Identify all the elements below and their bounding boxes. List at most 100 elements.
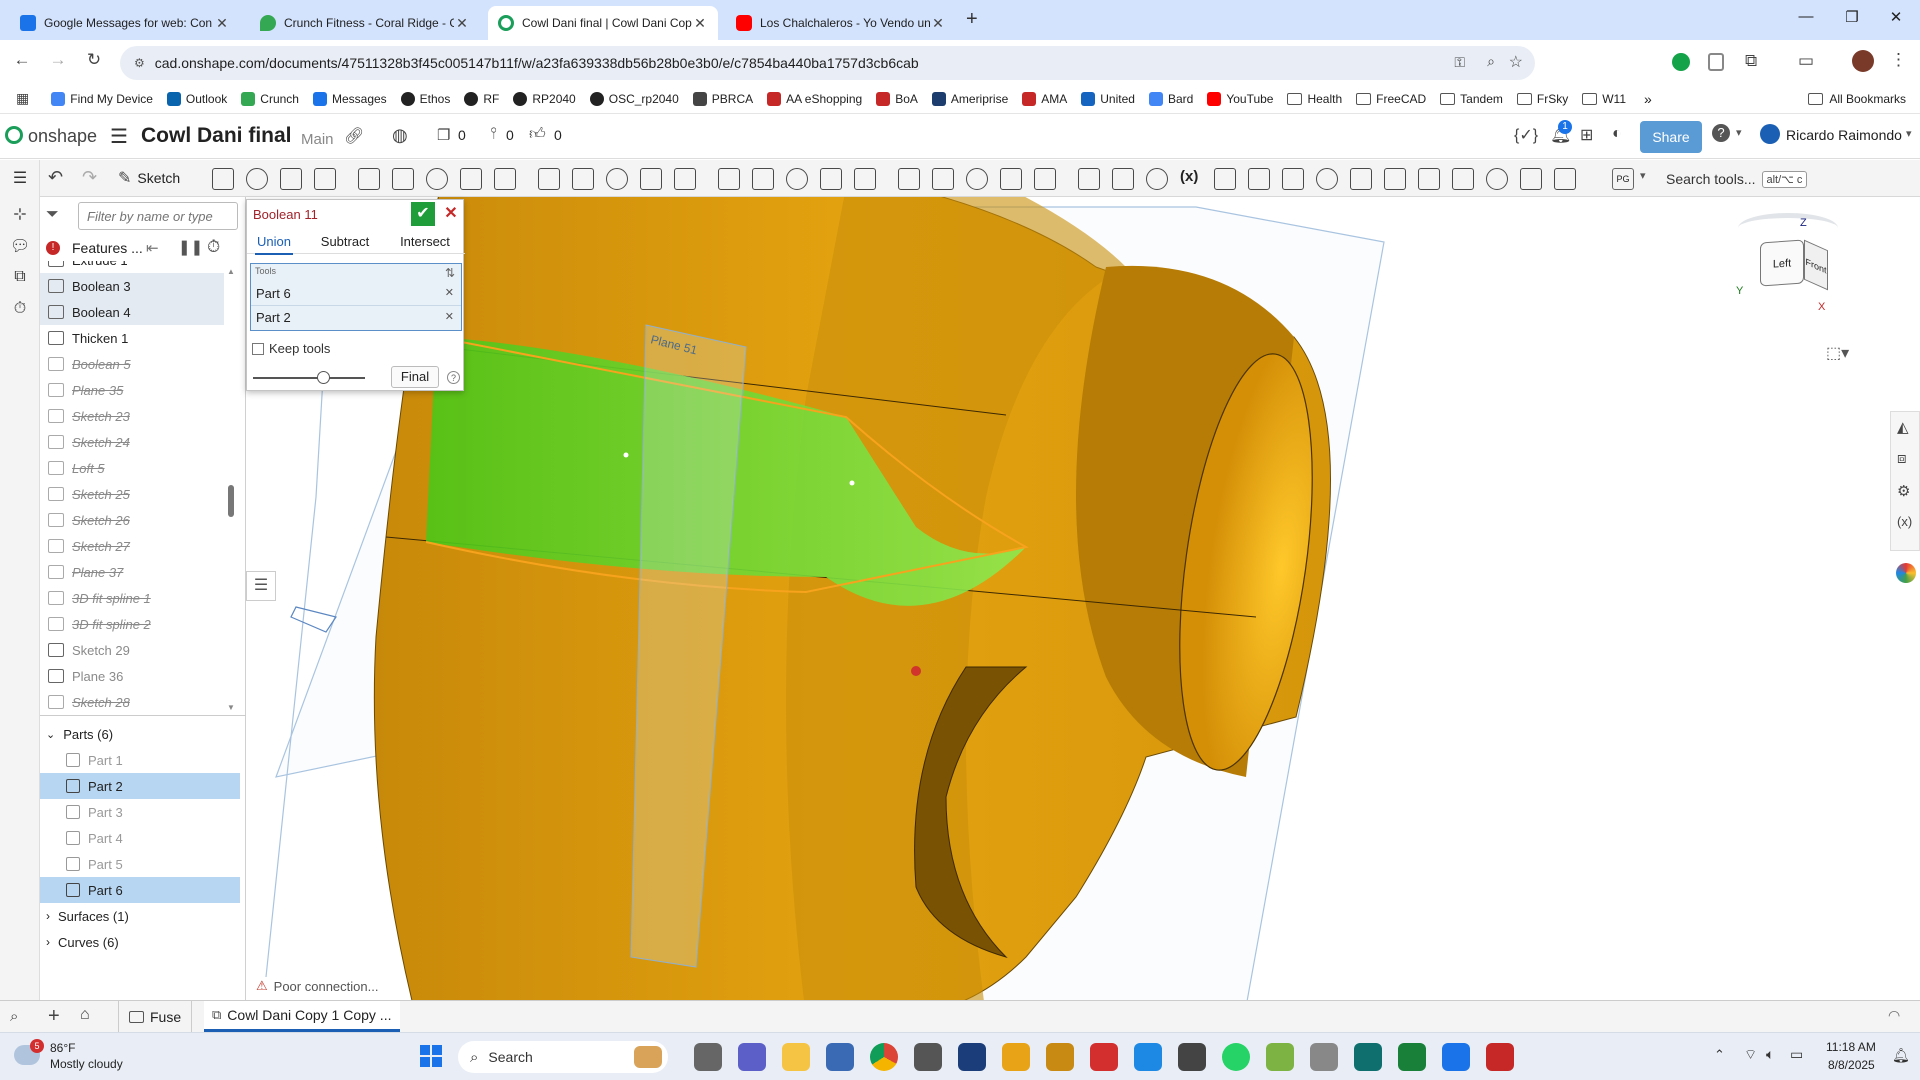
home-icon[interactable]: ⌂ (80, 1006, 90, 1024)
bookmark-rp2040[interactable]: RP2040 (513, 91, 576, 106)
fillet-icon[interactable] (426, 168, 448, 190)
docs-icon[interactable] (1442, 1043, 1470, 1071)
history-icon[interactable]: ⏱︎ (10, 300, 30, 320)
site-info-icon[interactable]: ⚙ (134, 56, 145, 70)
bookmark-tandem[interactable]: Tandem (1440, 92, 1503, 106)
bookmark-ameriprise[interactable]: Ameriprise (931, 91, 1008, 106)
corner-icon[interactable] (1486, 168, 1508, 190)
part-item[interactable]: Part 4 (40, 825, 240, 851)
curves-group-header[interactable]: › Curves (6) (46, 929, 119, 955)
link-icon[interactable]: 🔗︎ (344, 126, 364, 146)
close-icon[interactable]: ✕ (930, 15, 946, 32)
remove-tool-icon[interactable]: ✕ (445, 310, 454, 323)
graphics-viewport[interactable]: Plane 51 ☰ Left Front Z Y X ⬚▾ ◭ ⧈ ⚙ (x)… (246, 197, 1920, 1000)
volume-icon[interactable]: 🔈︎ (1766, 1046, 1774, 1063)
weather-desc[interactable]: Mostly cloudy (50, 1057, 123, 1071)
hole-icon[interactable] (606, 168, 628, 190)
mass-properties-icon[interactable]: ⧈ (1897, 450, 1907, 467)
apps-grid-icon[interactable]: ▦ (16, 90, 29, 107)
plane-icon[interactable] (212, 168, 234, 190)
bookmark-freecad[interactable]: FreeCAD (1356, 92, 1426, 106)
task-view-icon[interactable] (694, 1043, 722, 1071)
branch-label[interactable]: Main (301, 131, 334, 148)
tab-intersect[interactable]: Intersect (397, 234, 453, 249)
gusset-icon[interactable] (1554, 168, 1576, 190)
chrome-icon[interactable] (870, 1043, 898, 1071)
wrap-icon[interactable] (1146, 168, 1168, 190)
tool-item[interactable]: Part 6 ✕ (251, 282, 461, 306)
extensions-icon[interactable]: ⧉ (1745, 51, 1757, 71)
bend-icon[interactable] (1452, 168, 1474, 190)
redo-icon[interactable]: ↷ (82, 167, 97, 188)
all-bookmarks-button[interactable]: All Bookmarks (1808, 92, 1906, 106)
bookmark-outlook[interactable]: Outlook (166, 91, 227, 106)
bookmark-messages[interactable]: Messages (312, 91, 387, 106)
parts-icon[interactable]: ⧉ (10, 268, 30, 288)
feature-item[interactable]: Sketch 23 (40, 403, 224, 429)
filter-icon[interactable]: ⏷ (46, 206, 59, 224)
sketch-button[interactable]: ✎ Sketch (118, 165, 180, 191)
draft-icon[interactable] (494, 168, 516, 190)
view-options-icon[interactable]: ⬚▾ (1826, 343, 1849, 363)
globe-icon[interactable]: ◍ (392, 125, 408, 146)
accept-check-button[interactable]: ✔ (411, 202, 435, 226)
vertex-point[interactable] (849, 480, 855, 486)
browser-tab-messages[interactable]: Google Messages for web: Con ✕ (10, 6, 240, 40)
feature-item[interactable]: Sketch 28 (40, 689, 224, 715)
bookmark-find-my-device[interactable]: Find My Device (51, 91, 153, 106)
branch-icon[interactable]: ⫯ (490, 125, 497, 143)
new-tab-button[interactable]: + (966, 8, 978, 31)
password-key-icon[interactable]: ⚿ (1454, 54, 1465, 71)
onshape-logo-text[interactable]: onshape (28, 126, 97, 147)
terminal-icon[interactable] (1354, 1043, 1382, 1071)
bookmarks-more-button[interactable]: » (1644, 91, 1652, 107)
final-button[interactable]: Final (391, 366, 439, 388)
delete-part-icon[interactable] (820, 168, 842, 190)
pg-chevron-icon[interactable]: ▾ (1640, 169, 1646, 182)
extrude-icon[interactable] (246, 168, 268, 190)
scroll-down-icon[interactable]: ▼ (227, 703, 235, 712)
split-icon[interactable] (752, 168, 774, 190)
derived-icon[interactable] (1214, 168, 1236, 190)
color-picker-icon[interactable] (1896, 563, 1916, 583)
undo-icon[interactable]: ↶ (48, 167, 63, 188)
window-close-icon[interactable]: ✕ (1876, 8, 1916, 26)
frame-icon[interactable] (1520, 168, 1542, 190)
tab-manager-icon[interactable]: ⌕ (10, 1008, 18, 1025)
android-icon[interactable] (1266, 1043, 1294, 1071)
fusion-icon[interactable] (1090, 1043, 1118, 1071)
variables-icon[interactable]: (x) (1897, 514, 1912, 529)
selected-vertex[interactable] (911, 666, 921, 676)
calculator-icon[interactable] (1178, 1043, 1206, 1071)
battery-icon[interactable]: ▭ (1790, 1046, 1803, 1063)
rollback-slider-thumb[interactable] (317, 371, 330, 384)
dialog-help-icon[interactable]: ? (447, 371, 460, 384)
bookmark-bard[interactable]: Bard (1148, 91, 1193, 106)
comments-icon[interactable]: 💬︎ (10, 236, 30, 256)
extension-shield-icon[interactable] (1708, 53, 1724, 71)
cancel-x-button[interactable]: ✕ (441, 202, 461, 226)
mate-connector-icon[interactable] (1112, 168, 1134, 190)
bookmark-frsky[interactable]: FrSky (1516, 92, 1568, 106)
surfaces-group-header[interactable]: › Surfaces (1) (46, 903, 129, 929)
close-icon[interactable]: ✕ (454, 15, 470, 32)
offset-surface-icon[interactable] (1000, 168, 1022, 190)
clock-date[interactable]: 8/8/2025 (1828, 1058, 1875, 1072)
tab-icon[interactable] (1418, 168, 1440, 190)
bookmark-boa[interactable]: BoA (876, 91, 918, 106)
todo-icon[interactable] (1134, 1043, 1162, 1071)
pg-icon[interactable]: PG (1612, 168, 1634, 190)
tool-item[interactable]: Part 2 ✕ (251, 306, 461, 330)
browser-tab-youtube[interactable]: Los Chalchaleros - Yo Vendo un ✕ (726, 6, 956, 40)
feature-item[interactable]: Boolean 5 (40, 351, 224, 377)
view-cube-front[interactable]: Front (1804, 239, 1828, 291)
sheets-icon[interactable] (1398, 1043, 1426, 1071)
configurations-icon[interactable]: ⚙ (1897, 482, 1910, 500)
learning-center-icon[interactable]: ◐ (1612, 125, 1622, 143)
feature-item[interactable]: Plane 37 (40, 559, 224, 585)
scroll-up-icon[interactable]: ▲ (227, 267, 235, 276)
part-studio-tab[interactable]: ⧉ Cowl Dani Copy 1 Copy ... (204, 1001, 400, 1032)
bookmark-w11[interactable]: W11 (1582, 92, 1626, 106)
boolean-icon[interactable] (718, 168, 740, 190)
feature-item[interactable]: Sketch 24 (40, 429, 224, 455)
